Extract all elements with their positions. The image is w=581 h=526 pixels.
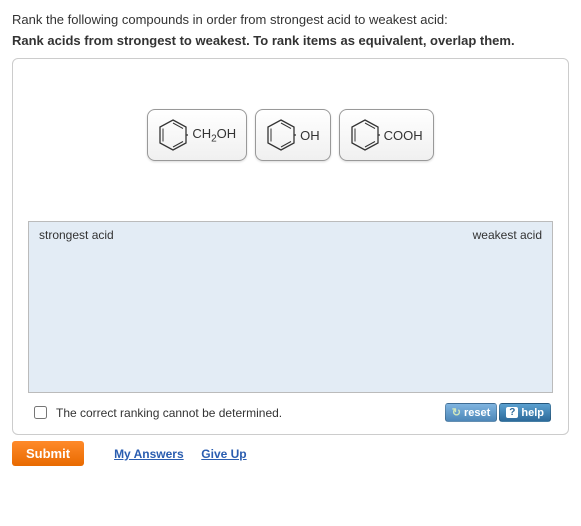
cannot-determine-checkbox[interactable] <box>34 406 47 419</box>
zone-label-strongest: strongest acid <box>39 228 114 242</box>
benzene-icon <box>350 118 380 152</box>
compound-label: OH <box>300 128 320 143</box>
work-area: CH2OH OH COOH strongest acid <box>12 58 569 435</box>
cannot-determine-row[interactable]: The correct ranking cannot be determined… <box>30 403 282 422</box>
items-row: CH2OH OH COOH <box>28 109 553 161</box>
tool-buttons: ↻ reset ? help <box>445 403 551 422</box>
bottom-row: The correct ranking cannot be determined… <box>28 399 553 424</box>
submit-button[interactable]: Submit <box>12 441 84 466</box>
compound-card-cooh[interactable]: COOH <box>339 109 434 161</box>
zone-label-weakest: weakest acid <box>473 228 542 242</box>
benzene-icon <box>266 118 296 152</box>
reset-button[interactable]: ↻ reset <box>445 403 498 422</box>
ranking-drop-zone[interactable]: strongest acid weakest acid <box>28 221 553 393</box>
benzene-icon <box>158 118 188 152</box>
action-row: Submit My Answers Give Up <box>12 441 569 466</box>
compound-label: COOH <box>384 128 423 143</box>
help-icon: ? <box>506 407 518 418</box>
compound-card-oh[interactable]: OH <box>255 109 331 161</box>
reset-label: reset <box>464 407 490 419</box>
compound-label: CH2OH <box>192 126 236 145</box>
instruction-text: Rank acids from strongest to weakest. To… <box>12 33 569 48</box>
cannot-determine-label: The correct ranking cannot be determined… <box>56 406 282 420</box>
question-text: Rank the following compounds in order fr… <box>12 12 569 27</box>
my-answers-link[interactable]: My Answers <box>114 447 184 461</box>
help-label: help <box>521 407 544 419</box>
give-up-link[interactable]: Give Up <box>201 447 246 461</box>
answer-links: My Answers Give Up <box>114 446 261 461</box>
help-button[interactable]: ? help <box>499 403 551 422</box>
reset-icon: ↻ <box>452 406 461 419</box>
compound-card-ch2oh[interactable]: CH2OH <box>147 109 247 161</box>
